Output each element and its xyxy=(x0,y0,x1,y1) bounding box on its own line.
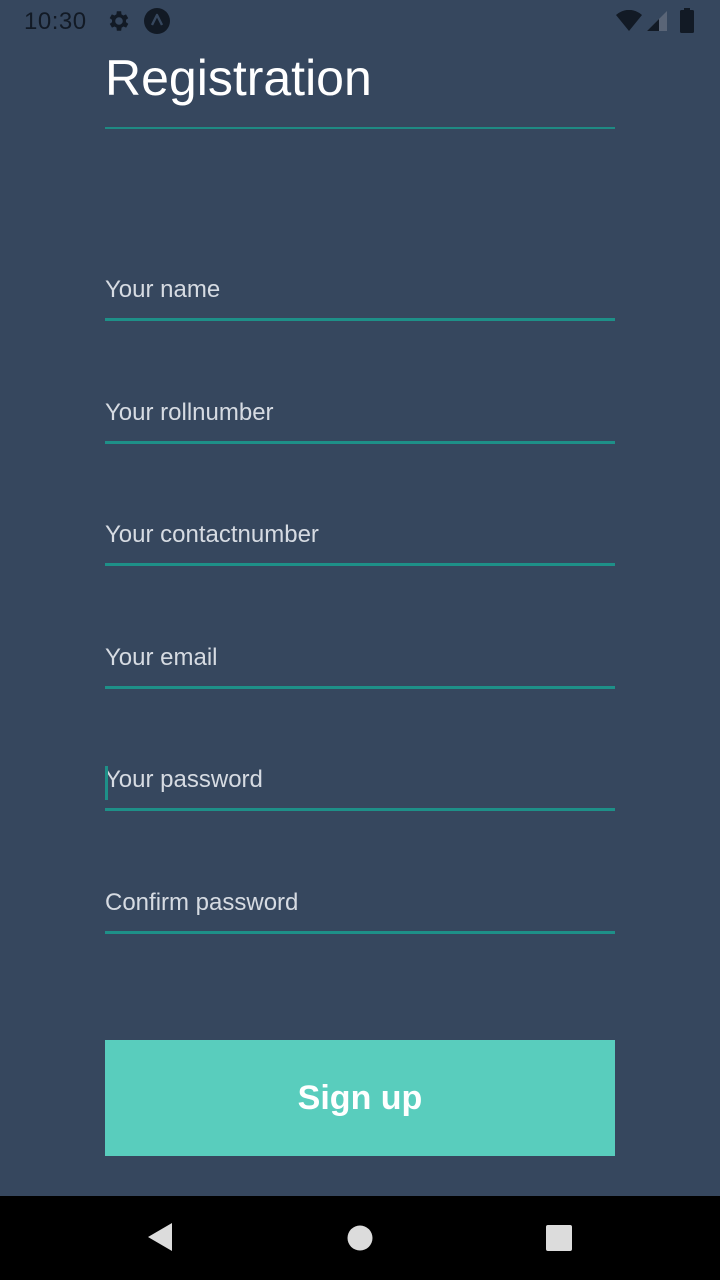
rollnumber-underline xyxy=(105,441,615,444)
rollnumber-input[interactable] xyxy=(105,383,615,443)
name-input[interactable] xyxy=(105,260,615,320)
signup-button[interactable]: Sign up xyxy=(105,1040,615,1156)
confirm-password-underline xyxy=(105,931,615,934)
title-divider xyxy=(105,127,615,129)
navigation-bar xyxy=(0,1196,720,1280)
gear-icon xyxy=(109,11,129,31)
recents-icon[interactable] xyxy=(546,1225,572,1251)
page-title: Registration xyxy=(105,50,372,106)
confirm-password-input[interactable] xyxy=(105,873,615,933)
contactnumber-underline xyxy=(105,563,615,566)
text-cursor xyxy=(105,766,108,800)
rollnumber-field xyxy=(105,383,615,453)
email-underline xyxy=(105,686,615,689)
name-field xyxy=(105,260,615,330)
wifi-icon xyxy=(616,10,642,31)
email-field xyxy=(105,628,615,698)
a-badge-icon xyxy=(144,8,170,34)
email-input[interactable] xyxy=(105,628,615,688)
password-input[interactable] xyxy=(105,750,615,810)
battery-icon xyxy=(680,8,694,33)
home-icon[interactable] xyxy=(347,1225,373,1251)
confirm-password-field xyxy=(105,873,615,943)
signal-icon xyxy=(647,11,667,31)
status-time: 10:30 xyxy=(24,8,87,35)
status-bar: 10:30 xyxy=(0,0,720,42)
contactnumber-input[interactable] xyxy=(105,505,615,565)
back-icon[interactable] xyxy=(146,1222,174,1252)
password-underline xyxy=(105,808,615,811)
password-field xyxy=(105,750,615,820)
name-underline xyxy=(105,318,615,321)
contactnumber-field xyxy=(105,505,615,575)
